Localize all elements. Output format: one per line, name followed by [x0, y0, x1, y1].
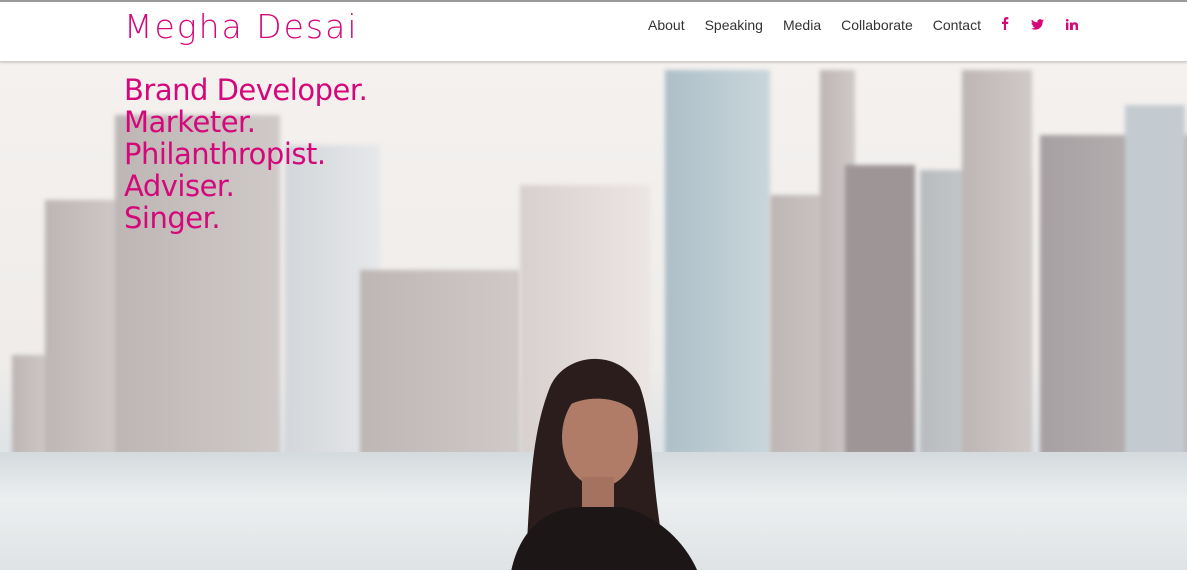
main-nav: About Speaking Media Collaborate Contact	[648, 17, 1100, 33]
portrait-person	[511, 358, 697, 570]
tagline-singer: Singer.	[124, 201, 221, 235]
nav-media[interactable]: Media	[783, 17, 821, 33]
tagline-adviser: Adviser.	[124, 169, 235, 203]
nav-contact[interactable]: Contact	[933, 17, 981, 33]
nav-collaborate[interactable]: Collaborate	[841, 17, 913, 33]
tagline-philanthropist: Philanthropist.	[124, 137, 326, 171]
twitter-icon[interactable]	[1030, 18, 1044, 33]
hero-section: Brand Developer. Marketer. Philanthropis…	[0, 62, 1187, 570]
hero-taglines: Brand Developer. Marketer. Philanthropis…	[124, 73, 368, 235]
nav-speaking[interactable]: Speaking	[705, 17, 763, 33]
facebook-icon[interactable]	[1001, 17, 1009, 33]
linkedin-icon[interactable]	[1065, 18, 1078, 33]
tagline-marketer: Marketer.	[124, 105, 256, 139]
site-logo[interactable]: Megha Desai	[124, 7, 359, 46]
tagline-brand-developer: Brand Developer.	[124, 73, 368, 107]
site-header: Megha Desai About Speaking Media Collabo…	[0, 2, 1187, 62]
nav-about[interactable]: About	[648, 17, 685, 33]
